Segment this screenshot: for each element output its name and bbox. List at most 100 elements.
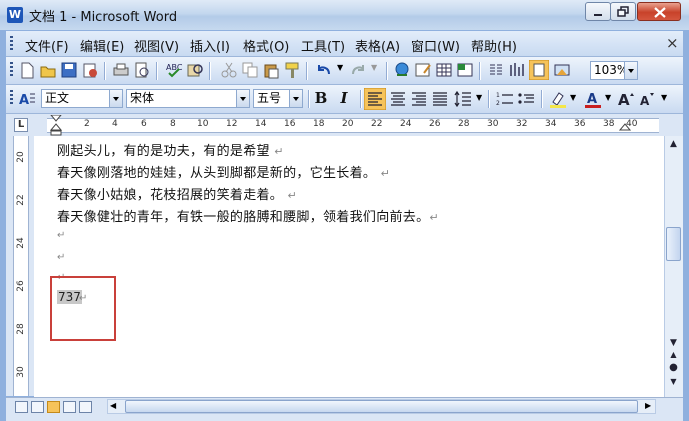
- ruler-mark: 36: [574, 119, 586, 129]
- vertical-ruler[interactable]: [13, 136, 29, 396]
- shrink-font-icon[interactable]: A: [638, 90, 656, 108]
- line-spacing-icon[interactable]: [454, 90, 472, 108]
- indent-marker-icon[interactable]: [50, 115, 62, 136]
- show-hide-icon[interactable]: [553, 61, 571, 79]
- previous-page-icon[interactable]: ▲: [666, 348, 681, 362]
- undo-icon[interactable]: [315, 61, 333, 79]
- scroll-left-icon[interactable]: ◀: [110, 401, 116, 410]
- close-document-icon[interactable]: ×: [666, 34, 679, 52]
- svg-text:A: A: [19, 93, 29, 108]
- toolbar-separator: [306, 62, 308, 80]
- italic-button[interactable]: I: [334, 89, 354, 107]
- print-icon[interactable]: [112, 61, 130, 79]
- font-size-select[interactable]: 五号: [253, 89, 303, 108]
- select-browse-object-icon[interactable]: ●: [666, 361, 681, 375]
- menu-window[interactable]: 窗口(W): [411, 36, 460, 55]
- bold-button[interactable]: B: [311, 89, 331, 107]
- toolbar-separator: [541, 90, 543, 108]
- zoom-dropdown-icon[interactable]: [624, 62, 637, 79]
- ruler-mark: 6: [141, 119, 147, 129]
- open-folder-icon[interactable]: [39, 61, 57, 79]
- font-size-value: 五号: [257, 91, 282, 105]
- justify-icon[interactable]: [431, 90, 449, 108]
- redo-icon[interactable]: [349, 61, 367, 79]
- style-dropdown-icon[interactable]: [109, 90, 122, 107]
- toolbar-separator: [488, 90, 490, 108]
- normal-view-icon[interactable]: [15, 401, 28, 413]
- research-icon[interactable]: [186, 61, 204, 79]
- vertical-scroll-thumb[interactable]: [666, 227, 681, 261]
- web-view-icon[interactable]: [31, 401, 44, 413]
- numbering-icon[interactable]: 12: [496, 90, 514, 108]
- font-dropdown-icon[interactable]: [236, 90, 249, 107]
- insert-excel-icon[interactable]: [456, 61, 474, 79]
- spelling-icon[interactable]: ABC: [165, 61, 183, 79]
- menu-format[interactable]: 格式(O): [243, 36, 289, 55]
- ruler-mark: 4: [112, 119, 118, 129]
- drawing-icon[interactable]: [508, 61, 526, 79]
- document-map-icon[interactable]: [529, 60, 549, 80]
- scroll-up-icon[interactable]: ▲: [666, 137, 681, 151]
- menu-view[interactable]: 视图(V): [134, 36, 179, 55]
- style-select[interactable]: 正文: [41, 89, 123, 108]
- menu-edit[interactable]: 编辑(E): [80, 36, 124, 55]
- align-left-icon[interactable]: [364, 88, 386, 110]
- font-select[interactable]: 宋体: [126, 89, 250, 108]
- minimize-icon: [594, 14, 602, 16]
- format-painter-icon[interactable]: [283, 61, 301, 79]
- scroll-right-icon[interactable]: ▶: [645, 401, 651, 410]
- grow-font-icon[interactable]: A: [617, 90, 635, 108]
- next-page-icon[interactable]: ▼: [666, 375, 681, 389]
- permission-icon[interactable]: [81, 61, 99, 79]
- menu-table[interactable]: 表格(A): [355, 36, 400, 55]
- document-line-4: 春天像健壮的青年，有铁一般的胳膊和腰脚，领着我们向前去。↵: [57, 210, 439, 225]
- reading-view-icon[interactable]: [79, 401, 92, 413]
- insert-table-icon[interactable]: [435, 61, 453, 79]
- font-color-dropdown-icon[interactable]: ▼: [605, 93, 611, 102]
- word-app-icon[interactable]: W: [7, 7, 23, 23]
- toolbar-grip[interactable]: [10, 62, 13, 78]
- highlight-box: [50, 276, 116, 341]
- highlight-dropdown-icon[interactable]: ▼: [570, 93, 576, 102]
- align-right-icon[interactable]: [410, 90, 428, 108]
- menu-tools[interactable]: 工具(T): [301, 36, 345, 55]
- hyperlink-icon[interactable]: [393, 61, 411, 79]
- styles-pane-icon[interactable]: A: [18, 90, 36, 108]
- restore-button[interactable]: [610, 2, 636, 21]
- formatting-toolbar: A 正文 宋体 五号 B I ▼ 12 ▼ A ▼ A A ▼: [6, 85, 683, 114]
- highlight-icon[interactable]: [549, 90, 567, 108]
- right-indent-marker-icon[interactable]: [619, 115, 631, 136]
- zoom-select[interactable]: 103%: [590, 61, 638, 80]
- print-preview-icon[interactable]: [133, 61, 151, 79]
- menubar-grip[interactable]: [10, 36, 13, 52]
- tables-borders-icon[interactable]: [414, 61, 432, 79]
- standard-toolbar: ABC ▼ ▼ 103%: [6, 57, 683, 85]
- ruler-mark: 32: [516, 119, 528, 129]
- bullets-icon[interactable]: [517, 90, 535, 108]
- svg-text:A: A: [640, 94, 650, 108]
- toolbar-options-icon[interactable]: ▼: [661, 93, 667, 102]
- menu-file[interactable]: 文件(F): [25, 36, 69, 55]
- tab-selector[interactable]: L: [14, 118, 28, 132]
- toolbar-grip[interactable]: [10, 90, 13, 106]
- menu-help[interactable]: 帮助(H): [471, 36, 517, 55]
- menu-insert[interactable]: 插入(I): [190, 36, 230, 55]
- columns-icon[interactable]: [487, 61, 505, 79]
- close-window-button[interactable]: [637, 2, 681, 21]
- outline-view-icon[interactable]: [63, 401, 76, 413]
- undo-dropdown-icon[interactable]: ▼: [337, 63, 343, 72]
- new-document-icon[interactable]: [18, 61, 36, 79]
- line-spacing-dropdown-icon[interactable]: ▼: [476, 93, 482, 102]
- font-size-dropdown-icon[interactable]: [289, 90, 302, 107]
- horizontal-scroll-thumb[interactable]: [125, 400, 638, 413]
- copy-icon[interactable]: [241, 61, 259, 79]
- document-line-2: 春天像刚落地的娃娃，从头到脚都是新的，它生长着。 ↵: [57, 166, 391, 181]
- print-view-icon[interactable]: [47, 401, 60, 413]
- redo-dropdown-icon[interactable]: ▼: [371, 63, 377, 72]
- align-center-icon[interactable]: [389, 90, 407, 108]
- save-icon[interactable]: [60, 61, 78, 79]
- cut-icon[interactable]: [220, 61, 238, 79]
- font-color-icon[interactable]: A: [584, 90, 602, 108]
- minimize-button[interactable]: [585, 2, 611, 21]
- paste-icon[interactable]: [262, 61, 280, 79]
